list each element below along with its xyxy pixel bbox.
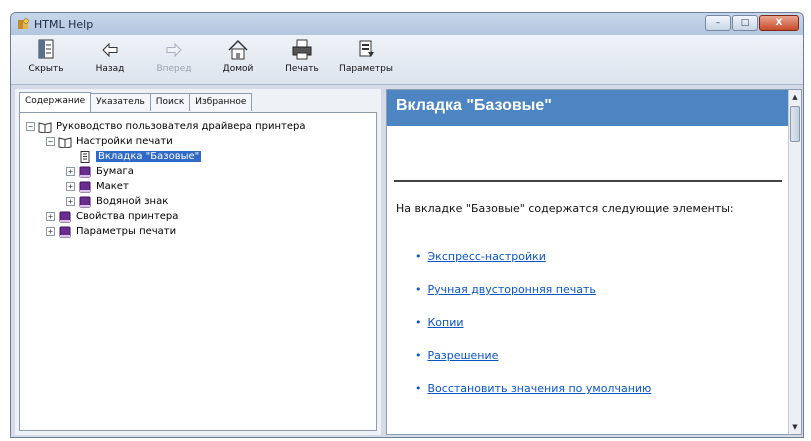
back-button[interactable]: Назад <box>85 35 135 81</box>
vertical-scrollbar[interactable]: ▲ ▼ <box>788 90 801 434</box>
home-label: Домой <box>222 64 254 74</box>
collapse-icon[interactable]: − <box>46 137 55 146</box>
tree-item-printer-properties[interactable]: + Свойства принтера <box>20 209 376 224</box>
forward-arrow-icon <box>166 42 182 58</box>
tree-item-label-selected: Вкладка "Базовые" <box>96 151 202 162</box>
tree-item-label: Бумага <box>96 166 134 177</box>
tab-contents[interactable]: Содержание <box>19 92 92 112</box>
scroll-up-icon[interactable]: ▲ <box>789 90 801 104</box>
list-item: • Экспресс-настройки <box>415 250 546 263</box>
options-button[interactable]: Параметры <box>339 35 393 81</box>
collapse-icon[interactable]: − <box>26 122 35 131</box>
tree-item-label: Макет <box>96 181 129 192</box>
home-button[interactable]: Домой <box>213 35 263 81</box>
contents-tree[interactable]: − Руководство пользователя драйвера прин… <box>19 112 377 431</box>
link-manual-duplex[interactable]: Ручная двусторонняя печать <box>428 283 596 296</box>
forward-button[interactable]: Вперед <box>149 35 199 81</box>
back-label: Назад <box>95 64 125 74</box>
list-item: • Ручная двусторонняя печать <box>415 283 596 296</box>
closed-book-icon <box>79 181 91 192</box>
link-resolution[interactable]: Разрешение <box>428 349 499 362</box>
tree-item-basic-tab[interactable]: Вкладка "Базовые" <box>20 149 376 164</box>
topic-pane: Вкладка "Базовые" На вкладке "Базовые" с… <box>386 89 802 435</box>
closed-book-icon <box>79 166 91 177</box>
topic-link-list: • Экспресс-настройки • Ручная двусторонняя… <box>415 250 651 415</box>
help-app-icon <box>17 17 30 31</box>
link-express-settings[interactable]: Экспресс-настройки <box>428 250 546 263</box>
tree-item-paper[interactable]: + Бумага <box>20 164 376 179</box>
tab-index[interactable]: Указатель <box>90 93 151 111</box>
tree-item-label: Настройки печати <box>76 136 173 147</box>
print-button[interactable]: Печать <box>277 35 327 81</box>
hide-label: Скрыть <box>28 64 64 74</box>
print-icon <box>292 39 312 60</box>
tree-item-label: Параметры печати <box>76 226 177 237</box>
topic-title: Вкладка "Базовые" <box>387 90 789 126</box>
tab-favorites[interactable]: Избранное <box>189 93 253 111</box>
tree-item-label: Свойства принтера <box>76 211 179 222</box>
list-item: • Копии <box>415 316 464 329</box>
link-restore-defaults[interactable]: Восстановить значения по умолчанию <box>428 382 652 395</box>
navigation-tabs: Содержание Указатель Поиск Избранное <box>19 92 253 113</box>
list-item: • Разрешение <box>415 349 499 362</box>
closed-book-icon <box>79 196 91 207</box>
options-icon <box>359 40 374 57</box>
expand-icon[interactable]: + <box>66 167 75 176</box>
tree-item-layout[interactable]: + Макет <box>20 179 376 194</box>
tree-item-label: Водяной знак <box>96 196 169 207</box>
close-button[interactable]: X <box>759 15 799 31</box>
list-item: • Восстановить значения по умолчанию <box>415 382 652 395</box>
tree-item-print-settings[interactable]: − Настройки печати <box>20 134 376 149</box>
print-label: Печать <box>285 64 319 74</box>
forward-label: Вперед <box>156 64 192 74</box>
html-help-window: HTML Help – □ X Скрыть Назад Вперед Домо… <box>10 12 804 438</box>
scroll-thumb[interactable] <box>790 106 800 142</box>
tree-item-print-parameters[interactable]: + Параметры печати <box>20 224 376 239</box>
topic-intro: На вкладке "Базовые" содержатся следующи… <box>396 202 734 215</box>
navigation-pane: Содержание Указатель Поиск Избранное − Р… <box>15 89 381 435</box>
options-label: Параметры <box>339 64 393 74</box>
window-title: HTML Help <box>34 17 94 31</box>
scroll-down-icon[interactable]: ▼ <box>789 420 801 434</box>
minimize-button[interactable]: – <box>705 15 731 31</box>
home-icon <box>228 39 248 60</box>
expand-icon[interactable]: + <box>46 227 55 236</box>
open-book-icon <box>38 121 52 133</box>
hide-button[interactable]: Скрыть <box>21 35 71 81</box>
hide-icon <box>38 39 54 59</box>
tab-search[interactable]: Поиск <box>149 93 191 111</box>
page-icon <box>80 150 90 163</box>
closed-book-icon <box>59 211 71 222</box>
topic-divider <box>394 180 782 182</box>
back-arrow-icon <box>102 42 118 58</box>
expand-icon[interactable]: + <box>46 212 55 221</box>
expand-icon[interactable]: + <box>66 197 75 206</box>
tree-item-watermark[interactable]: + Водяной знак <box>20 194 376 209</box>
title-bar[interactable]: HTML Help – □ X <box>11 13 803 35</box>
tree-item-user-guide[interactable]: − Руководство пользователя драйвера прин… <box>20 119 376 134</box>
link-copies[interactable]: Копии <box>428 316 464 329</box>
expand-icon[interactable]: + <box>66 182 75 191</box>
tree-item-label: Руководство пользователя драйвера принте… <box>56 121 306 132</box>
open-book-icon <box>58 136 72 148</box>
maximize-button[interactable]: □ <box>732 15 758 31</box>
closed-book-icon <box>59 226 71 237</box>
toolbar: Скрыть Назад Вперед Домой Печать Парамет… <box>11 35 803 85</box>
